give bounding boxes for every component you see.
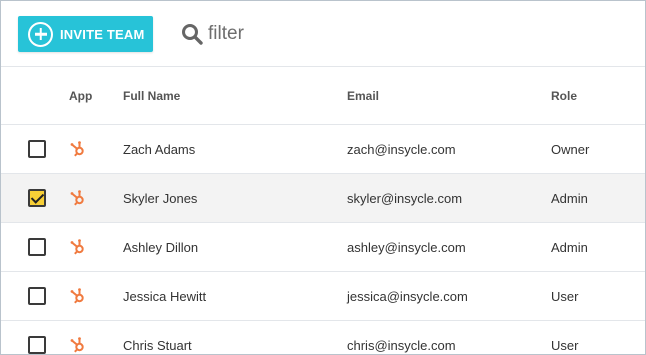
table-row[interactable]: Zach Adams zach@insycle.com Owner (1, 124, 645, 173)
table-row[interactable]: Skyler Jones skyler@insycle.com Admin (1, 173, 645, 222)
users-panel: INVITE TEAM App Full Name Email Role (0, 0, 646, 355)
invite-team-button[interactable]: INVITE TEAM (18, 16, 153, 52)
row-role: Admin (551, 190, 588, 206)
header-role[interactable]: Role (551, 67, 631, 124)
header-app[interactable]: App (69, 67, 99, 124)
row-email: skyler@insycle.com (347, 190, 463, 206)
row-full-name: Zach Adams (123, 141, 196, 157)
search-icon (181, 23, 203, 45)
table-row[interactable]: Ashley Dillon ashley@insycle.com Admin (1, 222, 645, 271)
row-role: User (551, 288, 579, 304)
invite-team-label: INVITE TEAM (60, 26, 145, 42)
table-header: App Full Name Email Role (1, 66, 645, 124)
row-checkbox[interactable] (28, 140, 46, 158)
hubspot-icon (69, 238, 87, 256)
row-checkbox[interactable] (28, 336, 46, 354)
row-full-name: Chris Stuart (123, 337, 192, 353)
plus-circle-icon (28, 21, 53, 47)
row-full-name: Skyler Jones (123, 190, 198, 206)
row-checkbox[interactable] (28, 189, 46, 207)
hubspot-icon (69, 189, 87, 207)
row-full-name: Jessica Hewitt (123, 288, 207, 304)
filter-input[interactable] (208, 23, 328, 45)
toolbar: INVITE TEAM (1, 1, 645, 67)
row-role: User (551, 337, 579, 353)
table-row[interactable]: Chris Stuart chris@insycle.com User (1, 320, 645, 354)
header-email[interactable]: Email (347, 67, 547, 124)
table-row[interactable]: Jessica Hewitt jessica@insycle.com User (1, 271, 645, 320)
row-email: jessica@insycle.com (347, 288, 468, 304)
row-email: chris@insycle.com (347, 337, 456, 353)
users-table: App Full Name Email Role Zach Adams zach… (1, 66, 645, 354)
row-checkbox[interactable] (28, 287, 46, 305)
row-email: ashley@insycle.com (347, 239, 466, 255)
hubspot-icon (69, 287, 87, 305)
row-email: zach@insycle.com (347, 141, 456, 157)
row-role: Admin (551, 239, 588, 255)
hubspot-icon (69, 336, 87, 354)
filter-box (181, 21, 328, 47)
row-checkbox[interactable] (28, 238, 46, 256)
row-role: Owner (551, 141, 590, 157)
row-full-name: Ashley Dillon (123, 239, 199, 255)
table-body: Zach Adams zach@insycle.com Owner Skyler… (1, 124, 645, 354)
hubspot-icon (69, 140, 87, 158)
header-full-name[interactable]: Full Name (123, 67, 323, 124)
